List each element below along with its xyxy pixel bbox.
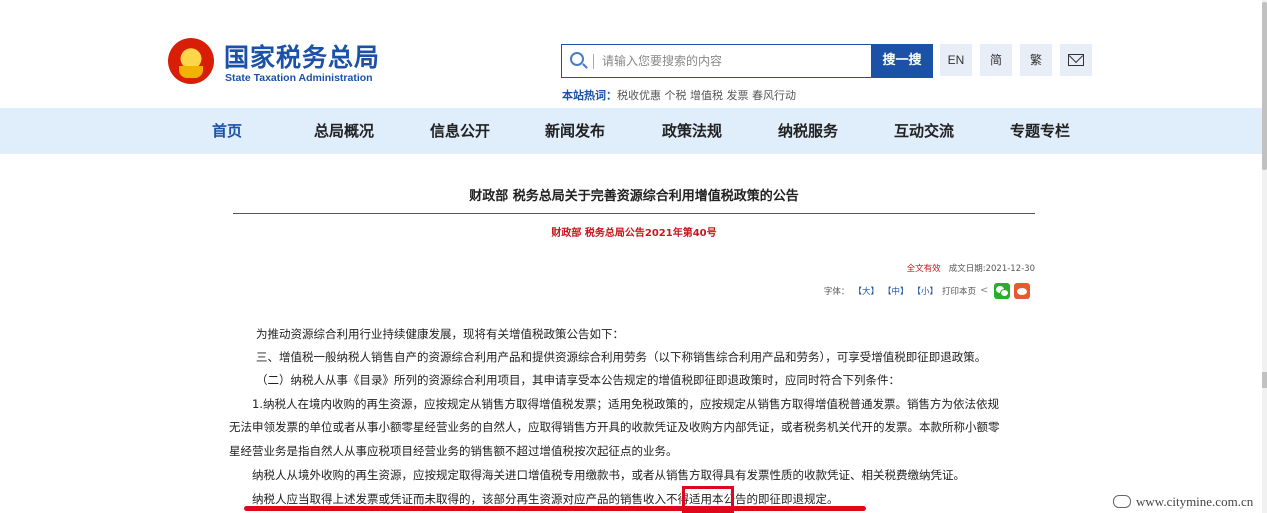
- nav-item-policy[interactable]: 政策法规: [662, 108, 722, 154]
- document-number: 财政部 税务总局公告2021年第40号: [551, 228, 717, 239]
- issue-date: 成文日期:2021-12-30: [948, 264, 1035, 274]
- logo-chinese-name: 国家税务总局: [224, 43, 381, 72]
- font-size-label: 字体：: [823, 287, 850, 297]
- nav-item-news[interactable]: 新闻发布: [545, 108, 605, 154]
- share-icon: <: [980, 285, 989, 296]
- wechat-share-icon[interactable]: [994, 283, 1010, 299]
- article-title: 财政部 税务总局关于完善资源综合利用增值税政策的公告: [469, 189, 799, 204]
- weibo-share-icon[interactable]: [1014, 283, 1030, 299]
- print-button[interactable]: 打印本页: [942, 285, 976, 297]
- paragraph: （二）纳税人从事《目录》所列的资源综合利用项目，其申请享受本公告规定的增值税即征…: [256, 373, 900, 387]
- search-input[interactable]: [602, 45, 870, 77]
- hot-words-list[interactable]: 税收优惠 个税 增值税 发票 春风行动: [617, 89, 796, 102]
- paragraph: 为推动资源综合利用行业持续健康发展，现将有关增值税政策公告如下：: [256, 327, 624, 341]
- paragraph: 无法申领发票的单位或者从事小额零星经营业务的自然人，应取得销售方开具的收款凭证及…: [229, 420, 1000, 434]
- font-small-button[interactable]: 【小】: [912, 285, 938, 297]
- nav-item-topics[interactable]: 专题专栏: [1010, 108, 1070, 154]
- nav-item-tax-service[interactable]: 纳税服务: [778, 108, 838, 154]
- watermark: www.citymine.com.cn: [1113, 494, 1253, 510]
- hot-words: 本站热词：税收优惠 个税 增值税 发票 春风行动: [562, 87, 796, 103]
- search-box: 搜一搜: [561, 44, 933, 78]
- site-header: 国家税务总局 State Taxation Administration 搜一搜…: [0, 0, 1267, 108]
- article-meta: 全文有效 成文日期:2021-12-30: [907, 262, 1035, 274]
- validity-status: 全文有效: [906, 264, 941, 274]
- nav-item-overview[interactable]: 总局概况: [314, 108, 374, 154]
- hot-words-label: 本站热词：: [562, 89, 617, 102]
- paragraph: 1.纳税人在境内收购的再生资源，应按规定从销售方取得增值税发票；适用免税政策的，…: [252, 397, 999, 411]
- search-separator: [593, 54, 594, 69]
- font-medium-button[interactable]: 【中】: [883, 285, 909, 297]
- paragraph: 纳税人从境外收购的再生资源，应按规定取得海关进口增值税专用缴款书，或者从销售方取…: [252, 468, 965, 482]
- national-emblem-icon: [168, 38, 214, 84]
- watermark-text: www.citymine.com.cn: [1136, 494, 1254, 509]
- mail-button[interactable]: [1060, 44, 1092, 76]
- article-tools: 字体： 【大】 【中】 【小】 打印本页 <: [824, 282, 1030, 300]
- paragraph: 星经营业务是指自然人从事应税项目经营业务的销售额不超过增值税按次起征点的业务。: [229, 444, 678, 458]
- scrollbar-thumb-secondary[interactable]: [1262, 372, 1267, 388]
- scrollbar-thumb[interactable]: [1262, 2, 1267, 170]
- site-logo[interactable]: 国家税务总局 State Taxation Administration: [168, 36, 398, 92]
- paragraph: 三、增值税一般纳税人销售自产的资源综合利用产品和提供资源综合利用劳务（以下称销售…: [256, 350, 987, 364]
- title-divider: [233, 213, 1035, 214]
- mail-icon: [1068, 54, 1084, 66]
- traditional-chinese-button[interactable]: 繁: [1020, 44, 1052, 76]
- simplified-chinese-button[interactable]: 简: [980, 44, 1012, 76]
- logo-english-name: State Taxation Administration: [225, 72, 373, 84]
- english-button[interactable]: EN: [940, 44, 972, 76]
- nav-item-home[interactable]: 首页: [212, 108, 242, 154]
- font-large-button[interactable]: 【大】: [853, 285, 879, 297]
- highlight-underline: [244, 506, 866, 511]
- scrollbar[interactable]: [1262, 0, 1267, 513]
- nav-item-interaction[interactable]: 互动交流: [894, 108, 954, 154]
- nav-item-info-disclosure[interactable]: 信息公开: [430, 108, 490, 154]
- paragraph: 纳税人应当取得上述发票或凭证而未取得的，该部分再生资源对应产品的销售收入不得适用…: [252, 492, 839, 506]
- search-icon: [570, 52, 584, 66]
- search-button[interactable]: 搜一搜: [871, 44, 933, 78]
- main-nav: 首页 总局概况 信息公开 新闻发布 政策法规 纳税服务 互动交流 专题专栏: [0, 108, 1267, 154]
- watermark-logo-icon: [1113, 495, 1131, 508]
